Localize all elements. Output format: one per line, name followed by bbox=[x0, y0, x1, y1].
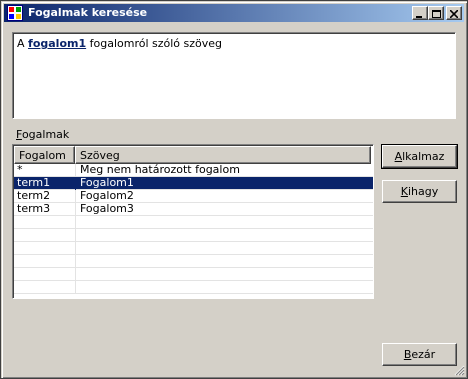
table-row[interactable] bbox=[14, 281, 373, 294]
column-separator bbox=[75, 164, 76, 177]
cell-term: term2 bbox=[17, 189, 51, 202]
table-row[interactable] bbox=[14, 255, 373, 268]
dialog-window: Fogalmak keresése A fogalom1 fogalomról … bbox=[0, 0, 468, 379]
cell-text: Fogalom2 bbox=[80, 189, 134, 202]
listview-header: Fogalom Szöveg bbox=[14, 146, 373, 164]
maximize-button[interactable] bbox=[428, 6, 444, 20]
skip-label: ihagy bbox=[407, 184, 439, 198]
close-window-button[interactable] bbox=[446, 6, 462, 20]
apply-mnemonic: A bbox=[394, 149, 403, 163]
column-separator bbox=[75, 255, 76, 268]
table-row[interactable]: term1 Fogalom1 bbox=[14, 177, 373, 190]
table-row[interactable] bbox=[14, 242, 373, 255]
description-prefix: A bbox=[17, 37, 29, 50]
minimize-button[interactable] bbox=[412, 6, 428, 20]
cell-term: term1 bbox=[17, 176, 51, 189]
maximize-icon bbox=[431, 9, 441, 18]
skip-mnemonic: K bbox=[400, 184, 408, 198]
cell-text: Meg nem határozott fogalom bbox=[80, 163, 240, 176]
concepts-label: Fogalmak bbox=[16, 128, 69, 141]
description-textbox[interactable]: A fogalom1 fogalomról szóló szöveg bbox=[12, 32, 456, 119]
cell-term: term3 bbox=[17, 202, 51, 215]
table-row[interactable]: * Meg nem határozott fogalom bbox=[14, 164, 373, 177]
description-suffix: fogalomról szóló szöveg bbox=[86, 37, 223, 50]
concepts-label-rest: ogalmak bbox=[21, 128, 70, 141]
term-link[interactable]: fogalom1 bbox=[28, 37, 86, 50]
skip-button[interactable]: Kihagy bbox=[382, 180, 457, 203]
column-separator bbox=[75, 268, 76, 281]
column-separator bbox=[75, 281, 76, 294]
close-label: ezár bbox=[411, 347, 436, 361]
apply-button[interactable]: Alkalmaz bbox=[381, 144, 458, 169]
app-icon bbox=[7, 5, 23, 21]
close-icon bbox=[450, 10, 458, 18]
cell-text: Fogalom1 bbox=[80, 176, 134, 189]
table-row[interactable] bbox=[14, 216, 373, 229]
column-separator bbox=[75, 216, 76, 229]
resize-grip-icon[interactable] bbox=[453, 364, 465, 376]
column-separator bbox=[75, 203, 76, 216]
apply-label: lkalmaz bbox=[402, 149, 445, 163]
column-separator bbox=[75, 190, 76, 203]
table-row[interactable]: term2 Fogalom2 bbox=[14, 190, 373, 203]
minimize-icon bbox=[416, 15, 422, 18]
cell-term: * bbox=[17, 163, 23, 176]
table-row[interactable] bbox=[14, 268, 373, 281]
column-separator bbox=[75, 229, 76, 242]
title-bar[interactable]: Fogalmak keresése bbox=[4, 4, 464, 22]
column-separator bbox=[75, 242, 76, 255]
table-row[interactable]: term3 Fogalom3 bbox=[14, 203, 373, 216]
table-row[interactable] bbox=[14, 229, 373, 242]
close-button[interactable]: Bezár bbox=[382, 343, 457, 366]
cell-text: Fogalom3 bbox=[80, 202, 134, 215]
listview-rows: * Meg nem határozott fogalom term1 Fogalom1… bbox=[14, 164, 373, 294]
column-header-term[interactable]: Fogalom bbox=[14, 146, 75, 164]
column-header-text[interactable]: Szöveg bbox=[75, 146, 371, 164]
window-title: Fogalmak keresése bbox=[28, 6, 148, 19]
column-separator bbox=[75, 177, 76, 190]
concepts-listview[interactable]: Fogalom Szöveg * Meg nem határozott fogal… bbox=[12, 144, 374, 299]
